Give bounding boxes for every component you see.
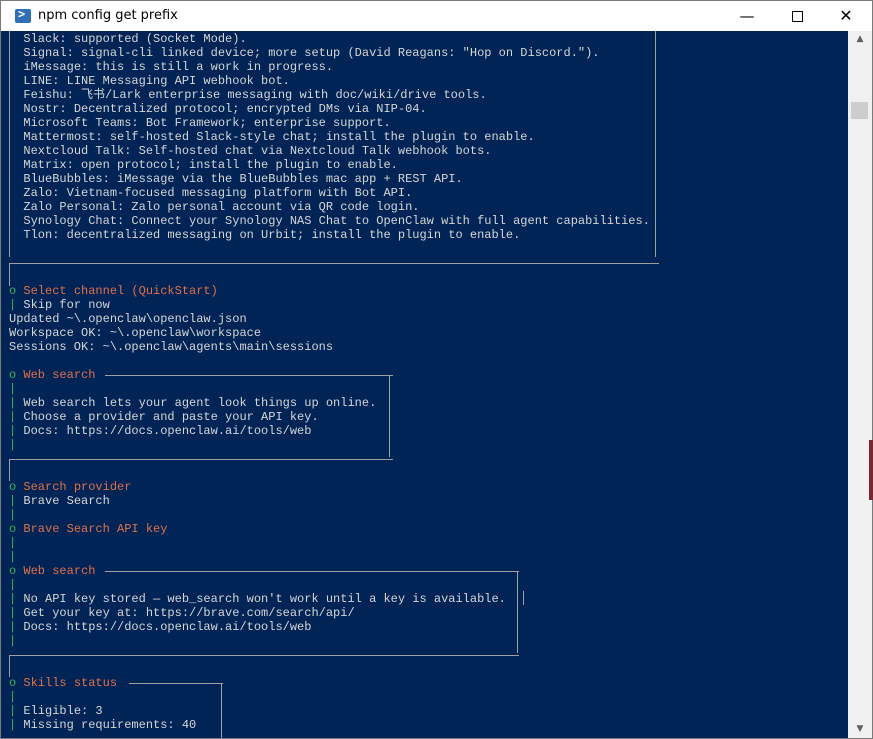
- window-title: npm config get prefix: [38, 8, 178, 23]
- scrollbar-thumb[interactable]: [851, 102, 868, 119]
- console-line: |: [9, 438, 17, 452]
- step-marker-icon: o: [9, 284, 17, 298]
- console-line: Updated ~\.openclaw\openclaw.json: [9, 312, 247, 326]
- console-line: iMessage: this is still a work in progre…: [23, 60, 334, 74]
- vertical-scrollbar[interactable]: ▲ ▼: [848, 31, 872, 738]
- console-heading: o Select channel (QuickStart): [9, 284, 218, 298]
- console-line: |: [9, 634, 17, 648]
- console-line: Microsoft Teams: Bot Framework; enterpri…: [23, 116, 391, 130]
- console-line: Sessions OK: ~\.openclaw\agents\main\ses…: [9, 340, 334, 354]
- console-line: Workspace OK: ~\.openclaw\workspace: [9, 326, 262, 340]
- step-marker-icon: o: [9, 480, 17, 494]
- scroll-up-arrow-icon[interactable]: ▲: [848, 31, 872, 48]
- console-line: | Choose a provider and paste your API k…: [9, 410, 319, 424]
- console-line: Nostr: Decentralized protocol; encrypted…: [23, 102, 427, 116]
- console-line: | Brave Search: [9, 494, 110, 508]
- box-border: [655, 31, 656, 257]
- console-heading: o Skills status: [9, 676, 118, 690]
- console-line: |: [9, 550, 17, 564]
- console-line: |: [9, 382, 17, 396]
- console-line: | Eligible: 3: [9, 704, 103, 718]
- console-line: | Skip for now: [9, 298, 110, 312]
- minimize-button[interactable]: —: [724, 1, 770, 31]
- console-line: Matrix: open protocol; install the plugi…: [23, 158, 398, 172]
- console-heading: o Brave Search API key: [9, 522, 168, 536]
- console-line: Feishu: 飞书/Lark enterprise messaging wit…: [23, 88, 487, 102]
- console-heading: o Web search: [9, 564, 96, 578]
- console-line: | Docs: https://docs.openclaw.ai/tools/w…: [9, 620, 312, 634]
- step-marker-icon: o: [9, 522, 17, 536]
- console-line: |: [9, 508, 17, 522]
- title-bar: > npm config get prefix — ✕: [1, 1, 872, 31]
- console-line: |: [9, 578, 17, 592]
- step-marker-icon: o: [9, 676, 17, 690]
- console-heading: o Search provider: [9, 480, 132, 494]
- console-line: Signal: signal-cli linked device; more s…: [23, 46, 600, 60]
- step-marker-icon: o: [9, 564, 17, 578]
- console-line: Zalo: Vietnam-focused messaging platform…: [23, 186, 413, 200]
- maximize-icon: [791, 11, 803, 22]
- console-lines: Slack: supported (Socket Mode). Signal: …: [9, 32, 650, 732]
- console-line: | Get your key at: https://brave.com/sea…: [9, 606, 355, 620]
- background-window-edge: [869, 440, 873, 500]
- terminal-window: > npm config get prefix — ✕ Slack: suppo…: [0, 0, 873, 739]
- console-line: |: [9, 690, 17, 704]
- scroll-down-arrow-icon[interactable]: ▼: [848, 721, 872, 738]
- step-marker-icon: o: [9, 368, 17, 382]
- console-line: Zalo Personal: Zalo personal account via…: [23, 200, 420, 214]
- console-heading: o Web search: [9, 368, 96, 382]
- powershell-icon: >: [15, 7, 31, 23]
- console-line: | No API key stored — web_search won't w…: [9, 592, 506, 606]
- console-line: | Docs: https://docs.openclaw.ai/tools/w…: [9, 424, 312, 438]
- close-button[interactable]: ✕: [823, 1, 869, 31]
- console-line: | Web search lets your agent look things…: [9, 396, 377, 410]
- console-line: Mattermost: self-hosted Slack-style chat…: [23, 130, 535, 144]
- console-line: |: [9, 536, 17, 550]
- console-output[interactable]: Slack: supported (Socket Mode). Signal: …: [1, 31, 848, 738]
- console-line: Synology Chat: Connect your Synology NAS…: [23, 214, 650, 228]
- console-line: Tlon: decentralized messaging on Urbit; …: [23, 228, 521, 242]
- console-line: Nextcloud Talk: Self-hosted chat via Nex…: [23, 144, 492, 158]
- console-line: LINE: LINE Messaging API webhook bot.: [23, 74, 290, 88]
- maximize-button[interactable]: [774, 1, 820, 31]
- console-line: Slack: supported (Socket Mode).: [23, 32, 247, 46]
- console-line: BlueBubbles: iMessage via the BlueBubble…: [23, 172, 463, 186]
- console-line: | Missing requirements: 40: [9, 718, 197, 732]
